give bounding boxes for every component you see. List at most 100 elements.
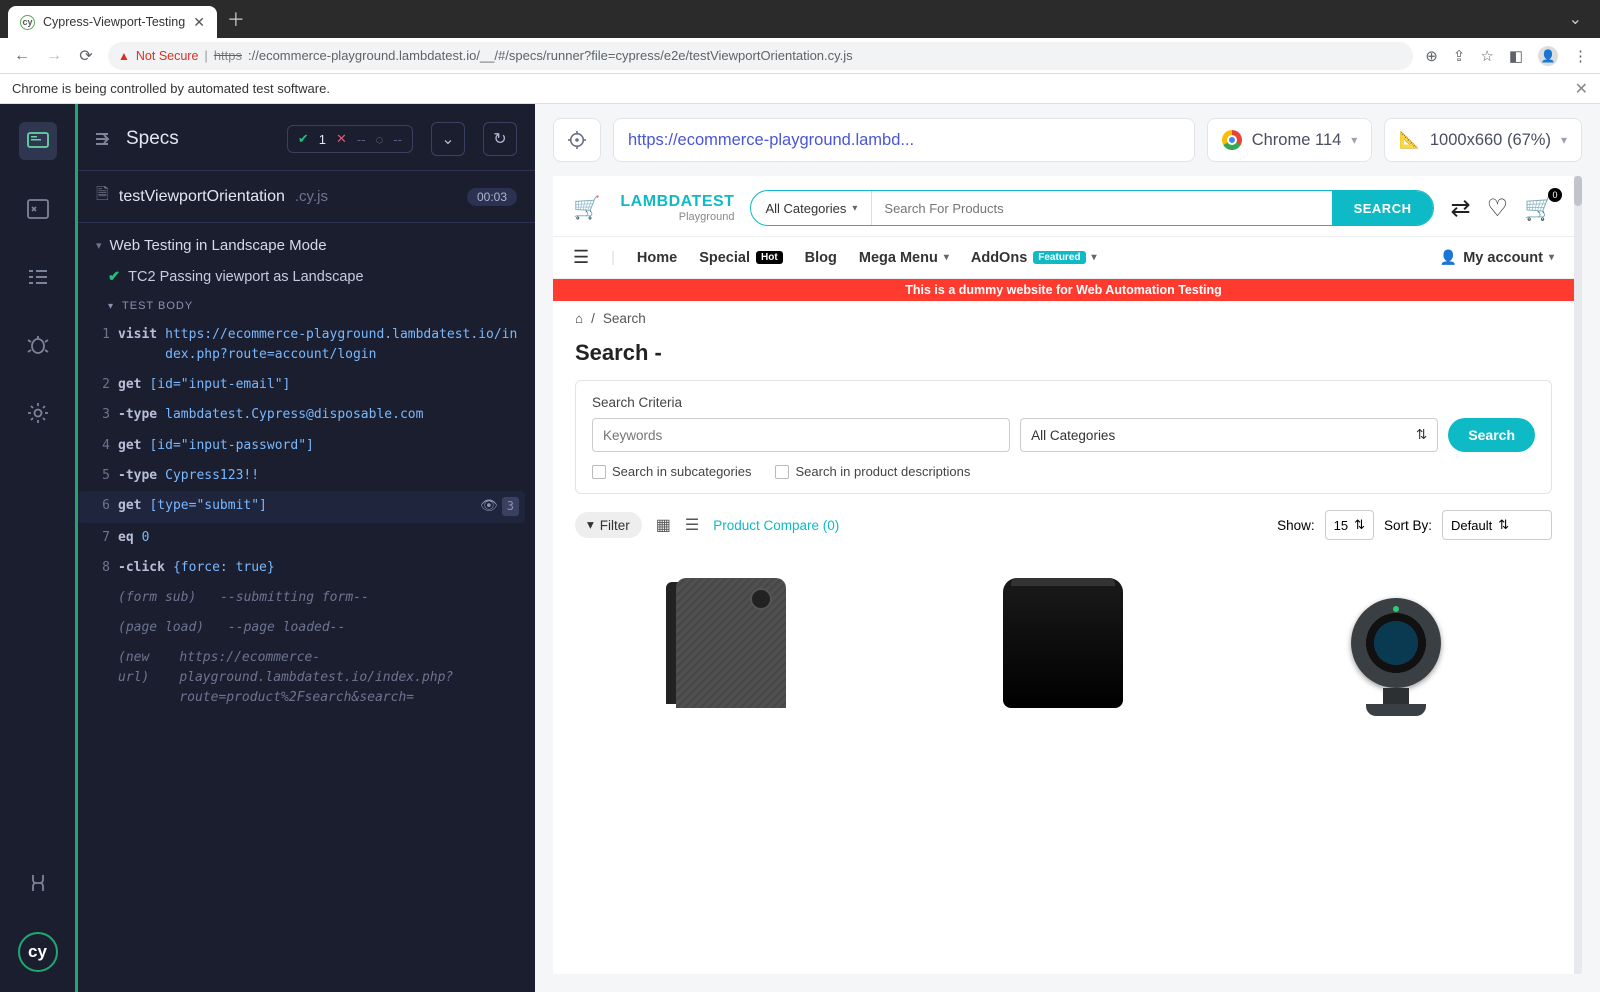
aut-url[interactable]: https://ecommerce-playground.lambd...: [613, 118, 1195, 162]
sort-label: Sort By:: [1384, 518, 1432, 533]
product-grid: [553, 548, 1574, 718]
eye-off-icon: 👁: [480, 496, 498, 518]
site-logo[interactable]: LAMBDATEST Playground: [620, 194, 734, 223]
chevron-down-icon: ▾: [1351, 133, 1357, 147]
product-image-phone: [676, 578, 786, 708]
profile-avatar[interactable]: 👤: [1538, 46, 1558, 66]
bookmark-icon[interactable]: ☆: [1480, 47, 1493, 65]
rerun-button[interactable]: ↻: [483, 122, 517, 156]
sort-select[interactable]: Default⇅: [1442, 510, 1552, 540]
specs-nav-icon[interactable]: [19, 122, 57, 160]
product-card[interactable]: [1240, 558, 1552, 708]
cmd-row[interactable]: 2get[id="input-email"]: [78, 370, 525, 400]
menu-icon[interactable]: ⋮: [1573, 47, 1588, 65]
file-icon: 🗎: [96, 183, 109, 210]
cmd-row[interactable]: 4get[id="input-password"]: [78, 431, 525, 461]
runs-nav-icon[interactable]: [19, 190, 57, 228]
chevron-down-icon: ▾: [96, 239, 102, 252]
cypress-logo[interactable]: cy: [18, 932, 58, 972]
url-scheme: https: [214, 48, 242, 63]
subcategories-checkbox[interactable]: Search in subcategories: [592, 464, 751, 479]
show-select[interactable]: 15⇅: [1325, 510, 1374, 540]
aut-scrollbar[interactable]: ▴: [1574, 176, 1582, 974]
collapse-icon[interactable]: [96, 132, 114, 146]
product-card[interactable]: [907, 558, 1219, 708]
settings-list-icon[interactable]: [19, 258, 57, 296]
search-input[interactable]: [872, 191, 1331, 225]
cmd-info-row[interactable]: (new url) https://ecommerce-playground.l…: [78, 643, 525, 713]
product-compare-link[interactable]: Product Compare (0): [713, 518, 839, 533]
chevron-down-icon: ▾: [1549, 252, 1554, 263]
funnel-icon: ▾: [587, 517, 594, 533]
cart-count-badge: 0: [1548, 188, 1562, 202]
aut-header: https://ecommerce-playground.lambd... Ch…: [535, 104, 1600, 176]
spec-timer: 00:03: [467, 188, 517, 206]
product-image-lens: [1003, 578, 1123, 708]
new-tab-button[interactable]: ＋: [217, 6, 255, 32]
chevron-down-button[interactable]: ⌄: [431, 122, 465, 156]
reporter-panel: Specs ✔1 ✕-- ◌-- ⌄ ↻ 🗎 testViewportOrien…: [75, 104, 535, 992]
browser-selector[interactable]: Chrome 114▾: [1207, 118, 1373, 162]
test-title: TC2 Passing viewport as Landscape: [128, 269, 363, 285]
wishlist-icon[interactable]: ♡: [1487, 194, 1509, 223]
pass-icon: ✔: [298, 131, 309, 147]
reload-button[interactable]: ⟳: [76, 46, 96, 66]
nav-blog[interactable]: Blog: [805, 250, 837, 266]
scroll-thumb[interactable]: [1574, 176, 1582, 206]
cmd-row[interactable]: 5-typeCypress123!!: [78, 461, 525, 491]
warning-icon: ▲: [118, 49, 130, 63]
close-tab-icon[interactable]: ✕: [193, 14, 205, 31]
compare-icon[interactable]: ⇄: [1450, 194, 1470, 223]
checkbox-icon: [592, 465, 606, 479]
check-icon: ✔: [108, 269, 120, 285]
translate-icon[interactable]: ⊕: [1425, 47, 1438, 65]
cmd-row[interactable]: 1visithttps://ecommerce-playground.lambd…: [78, 320, 525, 370]
viewport-selector[interactable]: 📐1000x660 (67%)▾: [1384, 118, 1582, 162]
panel-icon[interactable]: ◧: [1509, 47, 1523, 65]
criteria-search-button[interactable]: Search: [1448, 418, 1535, 452]
keyboard-nav-icon[interactable]: [19, 864, 57, 902]
test-row[interactable]: ✔ TC2 Passing viewport as Landscape: [78, 262, 535, 292]
cmd-row[interactable]: 6get[type="submit"]👁3: [78, 491, 525, 523]
grid-view-icon[interactable]: ▦: [656, 515, 671, 535]
cmd-row[interactable]: 3-typelambdatest.Cypress@disposable.com: [78, 400, 525, 430]
category-select[interactable]: All Categories⇅: [1020, 418, 1438, 452]
search-button[interactable]: SEARCH: [1332, 191, 1434, 225]
home-icon[interactable]: ⌂: [575, 311, 583, 326]
gear-nav-icon[interactable]: [19, 394, 57, 432]
aut-panel: https://ecommerce-playground.lambd... Ch…: [535, 104, 1600, 992]
cart-icon[interactable]: 🛒0: [1524, 194, 1554, 223]
product-card[interactable]: [575, 558, 887, 708]
tab-overflow-icon[interactable]: ⌄: [1569, 9, 1592, 29]
hamburger-icon[interactable]: ☰: [573, 247, 589, 268]
filter-button[interactable]: ▾Filter: [575, 512, 642, 538]
debug-nav-icon[interactable]: [19, 326, 57, 364]
test-body-label[interactable]: ▾ TEST BODY: [78, 292, 535, 320]
selector-playground-button[interactable]: [553, 118, 601, 162]
cmd-info-row[interactable]: (page load) --page loaded--: [78, 613, 525, 643]
close-infobar-icon[interactable]: ✕: [1575, 79, 1588, 99]
url-field[interactable]: ▲ Not Secure | https://ecommerce-playgro…: [108, 42, 1413, 70]
list-view-icon[interactable]: ☰: [685, 515, 699, 535]
describe-block[interactable]: ▾ Web Testing in Landscape Mode: [78, 229, 535, 262]
nav-account[interactable]: 👤My account▾: [1440, 249, 1554, 266]
spec-ext: .cy.js: [295, 188, 328, 205]
product-image-camera: [1341, 598, 1451, 708]
back-button[interactable]: ←: [12, 47, 32, 65]
category-dropdown[interactable]: All Categories▾: [751, 191, 872, 225]
cmd-info-row[interactable]: (form sub) --submitting form--: [78, 583, 525, 613]
keywords-input[interactable]: [592, 418, 1010, 452]
fail-count: --: [357, 132, 366, 147]
cmd-row[interactable]: 7eq0: [78, 523, 525, 553]
descriptions-checkbox[interactable]: Search in product descriptions: [775, 464, 970, 479]
nav-home[interactable]: Home: [637, 250, 677, 266]
spec-file-row[interactable]: 🗎 testViewportOrientation.cy.js 00:03: [78, 170, 535, 223]
browser-tab[interactable]: cy Cypress-Viewport-Testing ✕: [8, 6, 217, 38]
nav-megamenu[interactable]: Mega Menu▾: [859, 250, 949, 266]
nav-addons[interactable]: AddOnsFeatured▾: [971, 250, 1097, 266]
browser-tab-bar: cy Cypress-Viewport-Testing ✕ ＋ ⌄: [0, 0, 1600, 38]
cmd-row[interactable]: 8-click{force: true}: [78, 553, 525, 583]
share-icon[interactable]: ⇪: [1453, 47, 1466, 65]
fail-icon: ✕: [336, 131, 347, 147]
nav-special[interactable]: SpecialHot: [699, 250, 782, 266]
